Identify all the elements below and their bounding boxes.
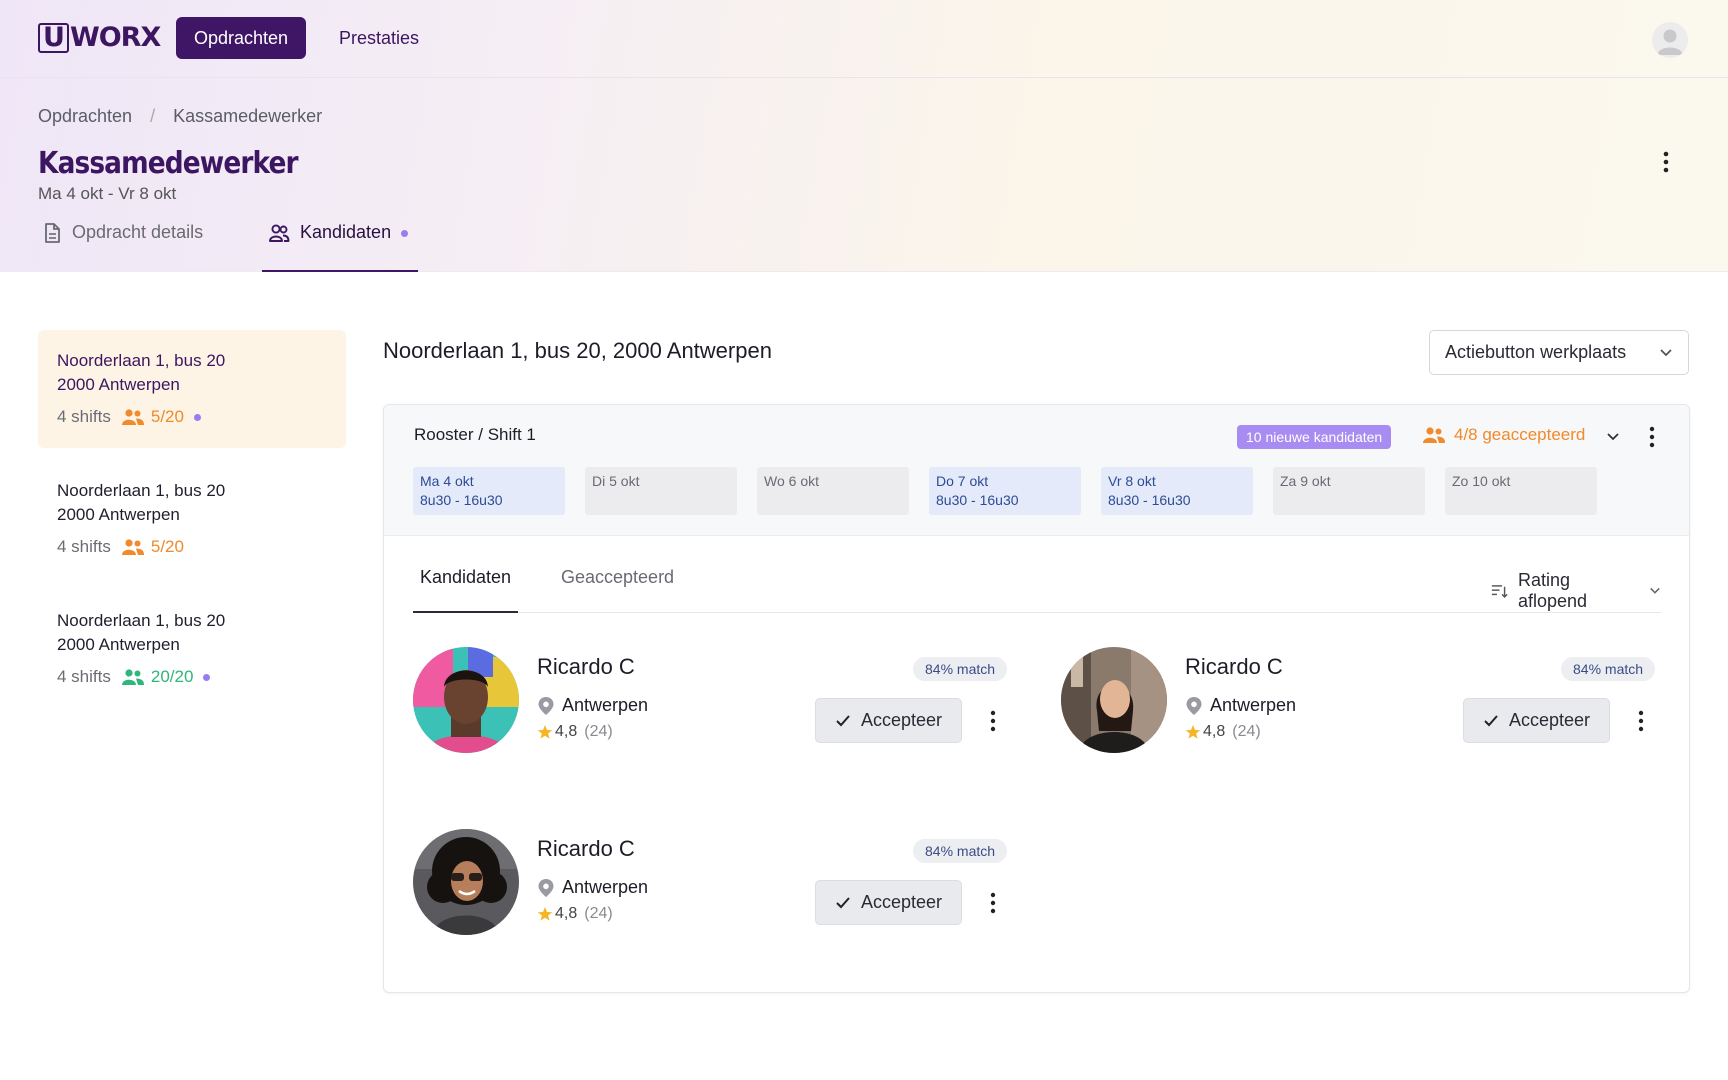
check-icon (836, 714, 850, 726)
day-do[interactable]: Do 7 okt 8u30 - 16u30 (929, 467, 1081, 515)
document-icon (42, 222, 62, 249)
breadcrumb-opdrachten[interactable]: Opdrachten (38, 106, 132, 127)
location-pin-icon (538, 878, 554, 897)
candidate-rating: 4,8 (24) (537, 723, 613, 741)
chevron-down-icon (1660, 348, 1672, 356)
location-count: 5/20 (121, 537, 184, 557)
chevron-down-icon[interactable] (1606, 429, 1620, 447)
match-badge: 84% match (1561, 657, 1656, 681)
tab-label: Opdracht details (72, 222, 204, 242)
nav-prestaties[interactable]: Prestaties (325, 17, 433, 59)
sort-label: Rating aflopend (1517, 570, 1588, 611)
location-address: Noorderlaan 1, bus 20 2000 Antwerpen (57, 611, 226, 654)
candidate-card-3: Ricardo C Antwerpen 4,8 (24) 84% match A… (413, 829, 1013, 949)
check-icon (836, 896, 850, 908)
shift-days: Ma 4 okt 8u30 - 16u30 Di 5 okt Wo 6 okt D… (413, 467, 1597, 515)
sort-dropdown[interactable]: Rating aflopend (1491, 570, 1661, 612)
day-ma[interactable]: Ma 4 okt 8u30 - 16u30 (413, 467, 565, 515)
location-item-2[interactable]: Noorderlaan 1, bus 20 2000 Antwerpen 4 sh… (38, 460, 346, 578)
breadcrumb-current: Kassamedewerker (173, 106, 323, 126)
breadcrumb-separator: / (150, 106, 156, 126)
shift-header: Rooster / Shift 1 10 nieuwe kandidaten 4… (384, 405, 1689, 536)
candidate-name[interactable]: Ricardo C (1185, 654, 1283, 680)
top-navigation-bar: U WORX Opdrachten Prestaties (0, 0, 1728, 78)
users-icon (1423, 427, 1445, 443)
accept-button[interactable]: Accepteer (1463, 698, 1610, 743)
tab-opdracht-details[interactable]: Opdracht details (42, 222, 203, 272)
page-subtitle: Ma 4 okt - Vr 8 okt (38, 184, 177, 203)
match-badge: 84% match (913, 839, 1008, 863)
shift-title: Rooster / Shift 1 (414, 425, 536, 444)
notification-dot (193, 413, 201, 421)
dropdown-label: Actiebutton werkplaats (1445, 342, 1627, 362)
sort-icon (1491, 585, 1508, 598)
candidate-tabs: Kandidaten Geaccepteerd Rating aflopend (413, 536, 1661, 613)
accept-button[interactable]: Accepteer (815, 698, 962, 743)
location-meta: 4 shifts 5/20 (57, 537, 327, 557)
notification-dot (401, 230, 409, 237)
location-item-3[interactable]: Noorderlaan 1, bus 20 2000 Antwerpen 4 sh… (38, 590, 346, 708)
tab-label: Kandidaten (300, 222, 392, 242)
location-pin-icon (538, 696, 554, 715)
candidate-more-options-icon[interactable] (987, 709, 999, 738)
location-item-1[interactable]: Noorderlaan 1, bus 20 2000 Antwerpen 4 sh… (38, 330, 346, 448)
candidate-rating: 4,8 (24) (1185, 723, 1261, 741)
day-wo[interactable]: Wo 6 okt (757, 467, 909, 515)
day-vr[interactable]: Vr 8 okt 8u30 - 16u30 (1101, 467, 1253, 515)
location-meta: 4 shifts 20/20 (57, 667, 327, 687)
candidate-photo[interactable] (1061, 647, 1167, 753)
star-icon (537, 907, 553, 921)
breadcrumb: Opdrachten / Kassamedewerker (38, 106, 322, 127)
location-count: 20/20 (121, 667, 193, 687)
chevron-down-icon (1650, 587, 1660, 594)
location-shifts: 4 shifts (57, 667, 111, 686)
location-pin-icon (1186, 696, 1202, 715)
star-icon (537, 725, 553, 739)
candidate-location: Antwerpen (537, 695, 648, 716)
candidate-more-options-icon[interactable] (987, 891, 999, 920)
location-shifts: 4 shifts (57, 537, 111, 556)
day-zo[interactable]: Zo 10 okt (1445, 467, 1597, 515)
star-icon (1185, 725, 1201, 739)
candidate-photo[interactable] (413, 647, 519, 753)
users-icon (121, 669, 144, 685)
uworx-logo[interactable]: U WORX (38, 22, 161, 53)
candidate-name[interactable]: Ricardo C (537, 836, 635, 862)
location-address: Noorderlaan 1, bus 20 2000 Antwerpen (57, 481, 226, 524)
shift-panel: Rooster / Shift 1 10 nieuwe kandidaten 4… (383, 404, 1690, 993)
candidate-card-1: Ricardo C Antwerpen 4,8 (24) 84% match A… (413, 647, 1013, 767)
page-title: Kassamedewerker (38, 146, 299, 181)
shift-more-options-icon[interactable] (1646, 425, 1658, 454)
check-icon (1484, 714, 1498, 726)
nav-opdrachten[interactable]: Opdrachten (176, 17, 306, 59)
location-count: 5/20 (121, 407, 184, 427)
location-title: Noorderlaan 1, bus 20, 2000 Antwerpen (383, 338, 772, 363)
candidate-photo[interactable] (413, 829, 519, 935)
subtab-kandidaten[interactable]: Kandidaten (413, 567, 518, 613)
candidate-location: Antwerpen (537, 877, 648, 898)
user-avatar-icon[interactable] (1652, 22, 1688, 58)
day-di[interactable]: Di 5 okt (585, 467, 737, 515)
day-za[interactable]: Za 9 okt (1273, 467, 1425, 515)
notification-dot (203, 673, 211, 681)
location-shifts: 4 shifts (57, 407, 111, 426)
location-meta: 4 shifts 5/20 (57, 407, 327, 427)
accepted-count: 4/8 geaccepteerd (1422, 425, 1585, 445)
match-badge: 84% match (913, 657, 1008, 681)
page-more-options-icon[interactable] (1656, 148, 1676, 176)
users-icon (268, 222, 290, 249)
accept-button[interactable]: Accepteer (815, 880, 962, 925)
candidate-rating: 4,8 (24) (537, 905, 613, 923)
candidate-name[interactable]: Ricardo C (537, 654, 635, 680)
actie-werkplaats-dropdown[interactable]: Actiebutton werkplaats (1429, 330, 1689, 375)
candidate-more-options-icon[interactable] (1635, 709, 1647, 738)
location-address: Noorderlaan 1, bus 20 2000 Antwerpen (57, 351, 226, 394)
users-icon (121, 539, 144, 555)
candidate-location: Antwerpen (1185, 695, 1296, 716)
users-icon (121, 409, 144, 425)
candidate-card-2: Ricardo C Antwerpen 4,8 (24) 84% match A… (1061, 647, 1661, 767)
new-candidates-badge: 10 nieuwe kandidaten (1237, 425, 1392, 449)
subtab-geaccepteerd[interactable]: Geaccepteerd (561, 567, 674, 588)
tab-kandidaten[interactable]: Kandidaten (262, 222, 418, 272)
